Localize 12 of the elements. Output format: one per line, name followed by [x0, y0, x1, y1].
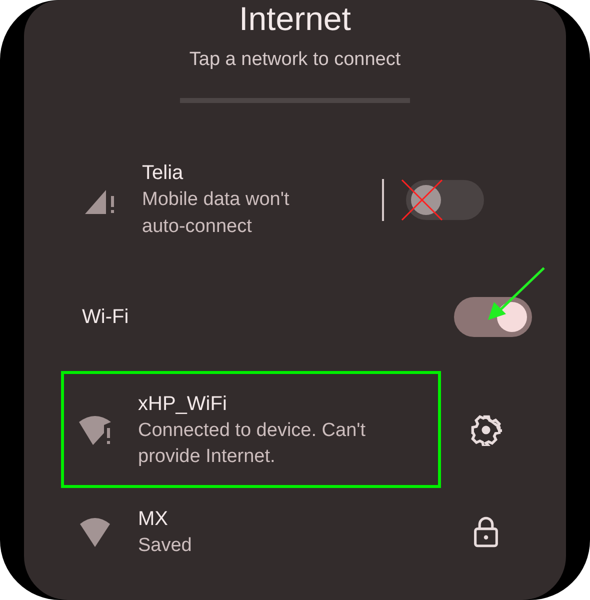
network-status: Saved — [138, 534, 193, 558]
settings-button[interactable] — [469, 412, 503, 446]
panel-subtitle: Tap a network to connect — [189, 48, 401, 72]
network-status: Mobile data won't auto-connect — [142, 188, 290, 239]
network-name: Telia — [142, 161, 184, 186]
network-name: MX — [138, 507, 169, 532]
panel-title: Internet — [239, 0, 351, 38]
toggle-switch[interactable] — [406, 180, 484, 220]
wifi-label: Wi-Fi — [82, 305, 129, 330]
network-status: Connected to device. Can't provide Internet. — [138, 418, 367, 468]
toggle-switch[interactable] — [454, 297, 532, 337]
network-name: xHP_WiFi — [138, 392, 228, 416]
